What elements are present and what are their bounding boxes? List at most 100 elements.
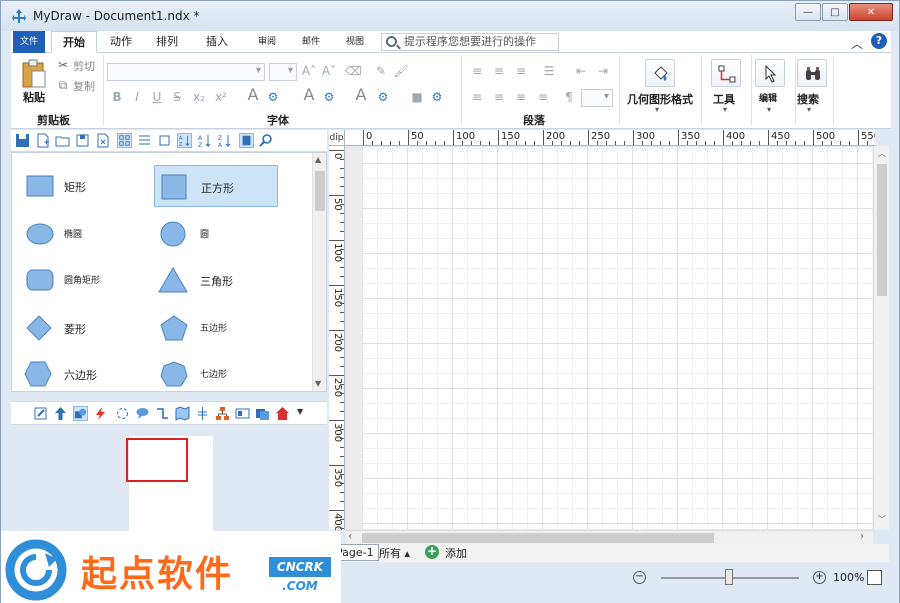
scroll-up-icon[interactable]: ▲ xyxy=(315,155,321,164)
library-icon[interactable] xyxy=(239,133,254,148)
paste-label[interactable]: 粘贴 xyxy=(23,89,45,105)
dropdown-arrow-icon[interactable]: ▾ xyxy=(767,105,771,114)
decrease-indent-icon[interactable]: ⇤ xyxy=(573,63,589,79)
shape-rectangle[interactable]: 矩形 xyxy=(18,165,142,207)
new-document-icon[interactable] xyxy=(35,133,50,148)
rotate-icon[interactable] xyxy=(115,406,130,421)
align-left-icon[interactable]: ≡ xyxy=(469,89,485,105)
subscript-button[interactable]: x₂ xyxy=(191,89,207,105)
geometry-format-label[interactable]: 几何图形格式 xyxy=(627,91,693,107)
cut-label[interactable]: 剪切 xyxy=(73,58,95,74)
shape-triangle[interactable]: 三角形 xyxy=(154,259,278,301)
sort-az-icon[interactable]: AZ xyxy=(177,133,192,148)
all-pages-menu[interactable]: 所有 ▴ xyxy=(379,545,410,561)
map-icon[interactable] xyxy=(175,406,190,421)
scissors-icon[interactable]: ✂ xyxy=(55,57,71,73)
maximize-button[interactable]: □ xyxy=(822,3,848,21)
search-button[interactable] xyxy=(797,59,827,87)
text-outline-icon[interactable]: A xyxy=(301,87,317,103)
text-settings-gear-icon[interactable]: ⚙ xyxy=(265,89,281,105)
scrollbar-thumb[interactable] xyxy=(877,164,887,296)
underline-button[interactable]: U xyxy=(149,89,165,105)
dropdown-arrow-icon[interactable]: ▾ xyxy=(723,105,727,114)
paragraph-mark-icon[interactable]: ¶ xyxy=(561,89,577,105)
add-page-button[interactable]: 添加 xyxy=(445,545,467,561)
split-icon[interactable] xyxy=(195,406,210,421)
copy-icon[interactable]: ⧉ xyxy=(55,77,71,93)
tab-insert[interactable]: 插入 xyxy=(199,31,235,53)
scrollbar-thumb[interactable] xyxy=(362,533,714,543)
search-shapes-icon[interactable] xyxy=(259,133,274,148)
zoom-slider-thumb[interactable] xyxy=(725,569,733,585)
scroll-right-icon[interactable]: › xyxy=(860,531,864,542)
shape-ellipse[interactable]: 椭圆 xyxy=(18,213,142,255)
small-view-icon[interactable] xyxy=(157,133,172,148)
tab-home[interactable]: 开始 xyxy=(51,31,97,53)
scroll-down-icon[interactable]: ▼ xyxy=(315,379,321,388)
layers-icon[interactable] xyxy=(255,406,270,421)
clear-format-icon[interactable]: ⌫ xyxy=(345,63,362,79)
zoom-in-icon[interactable]: + xyxy=(813,571,826,584)
shadow-icon[interactable]: ■ xyxy=(409,89,425,105)
more-tools-icon[interactable]: ▼ xyxy=(297,407,303,416)
shape-diamond[interactable]: 菱形 xyxy=(18,307,142,349)
grow-font-icon[interactable]: A˄ xyxy=(301,63,317,79)
strikethrough-button[interactable]: S xyxy=(169,89,185,105)
shape-rounded-rectangle[interactable]: 圆角矩形 xyxy=(18,259,142,301)
align-center-icon[interactable]: ≡ xyxy=(491,89,507,105)
org-chart-icon[interactable] xyxy=(215,406,230,421)
shape-square[interactable]: 正方形 xyxy=(154,165,278,207)
text-fill-icon[interactable]: A xyxy=(353,87,369,103)
outline-gear-icon[interactable]: ⚙ xyxy=(321,89,337,105)
shadow-gear-icon[interactable]: ⚙ xyxy=(429,89,445,105)
canvas-horizontal-scrollbar[interactable]: ‹ › xyxy=(346,530,873,544)
help-icon[interactable]: ? xyxy=(871,33,887,49)
paste-icon[interactable] xyxy=(21,59,47,89)
font-family-select[interactable] xyxy=(107,63,265,81)
close-document-icon[interactable] xyxy=(95,133,110,148)
edit-label[interactable]: 编辑 xyxy=(759,91,777,104)
sort-za-icon[interactable]: AZ xyxy=(197,133,212,148)
minimize-button[interactable]: — xyxy=(795,3,821,21)
scroll-down-icon[interactable]: ﹀ xyxy=(878,514,886,525)
lightning-icon[interactable] xyxy=(93,406,108,421)
shrink-font-icon[interactable]: A˅ xyxy=(321,63,337,79)
fill-gear-icon[interactable]: ⚙ xyxy=(375,89,391,105)
tab-file[interactable]: 文件 xyxy=(13,31,45,53)
fit-page-icon[interactable] xyxy=(867,570,882,585)
add-page-icon[interactable]: + xyxy=(425,545,439,559)
sort-descending-icon[interactable]: ZA xyxy=(217,133,232,148)
zoom-out-icon[interactable]: − xyxy=(633,571,646,584)
close-button[interactable]: ✕ xyxy=(849,3,893,21)
tab-mailings[interactable]: 邮件 xyxy=(293,31,329,53)
font-color-icon[interactable]: A xyxy=(245,87,261,103)
font-size-select[interactable] xyxy=(269,63,297,81)
format-painter-icon[interactable]: 🖌 xyxy=(393,63,409,79)
italic-button[interactable]: I xyxy=(129,89,145,105)
shape-heptagon[interactable]: 七边形 xyxy=(154,353,278,391)
tab-arrange[interactable]: 排列 xyxy=(149,31,185,53)
line-spacing-select[interactable] xyxy=(581,89,613,107)
dropdown-arrow-icon[interactable]: ▾ xyxy=(807,105,811,114)
scroll-up-icon[interactable]: ︿ xyxy=(878,148,886,159)
shape-hexagon[interactable]: 六边形 xyxy=(18,353,142,391)
bullets-icon[interactable]: ☰ xyxy=(541,63,557,79)
bold-button[interactable]: B xyxy=(109,89,125,105)
align-right-icon[interactable]: ≡ xyxy=(513,89,529,105)
open-folder-icon[interactable] xyxy=(55,133,70,148)
shapes-scrollbar[interactable]: ▲ ▼ xyxy=(312,153,326,391)
align-top-icon[interactable]: ≡ xyxy=(469,63,485,79)
justify-icon[interactable]: ≡ xyxy=(535,89,551,105)
shape-circle[interactable]: 圆 xyxy=(154,213,278,255)
id-card-icon[interactable] xyxy=(235,406,250,421)
increase-indent-icon[interactable]: ⇥ xyxy=(595,63,611,79)
callout-icon[interactable] xyxy=(135,406,150,421)
collapse-ribbon-icon[interactable]: ︿ xyxy=(851,35,863,52)
shape-pentagon[interactable]: 五边形 xyxy=(154,307,278,349)
save-icon[interactable] xyxy=(15,133,30,148)
home-icon[interactable] xyxy=(275,406,290,421)
tab-review[interactable]: 审阅 xyxy=(249,31,285,53)
icon-view-icon[interactable] xyxy=(117,133,132,148)
shapes-tool-icon[interactable] xyxy=(73,406,88,421)
connector-icon[interactable] xyxy=(155,406,170,421)
